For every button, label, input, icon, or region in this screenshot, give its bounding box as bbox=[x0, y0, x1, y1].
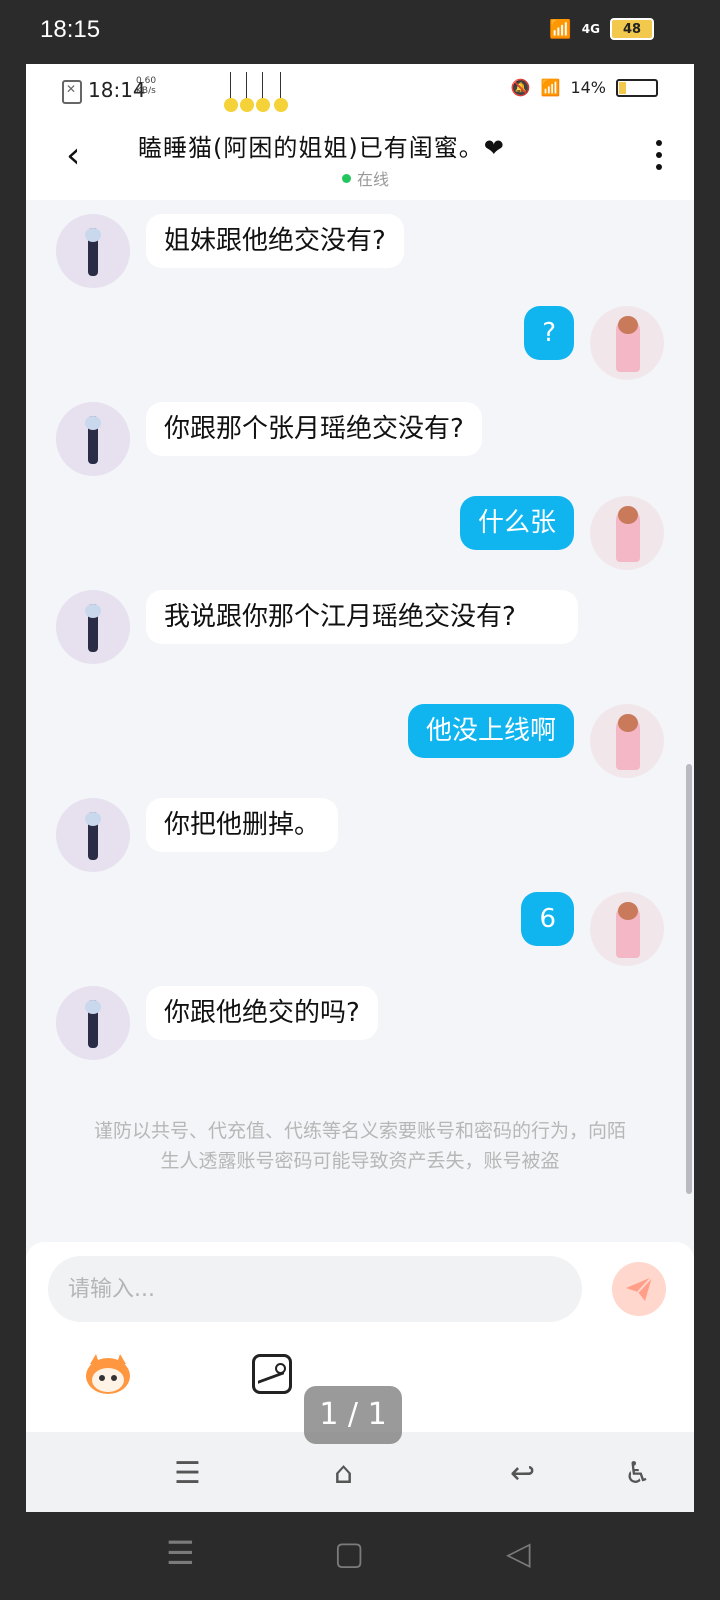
inner-status-icons: 🔕 📶 14% bbox=[511, 78, 658, 97]
speed-value: 0.60 bbox=[136, 76, 157, 86]
chat-header: ‹ 瞌睡猫(阿困的姐姐)已有闺蜜。❤ 在线 bbox=[26, 116, 694, 200]
security-notice: 谨防以共号、代充值、代练等名义索要账号和密码的行为，向陌生人透露账号密码可能导致… bbox=[93, 1120, 626, 1172]
message-input[interactable] bbox=[48, 1256, 582, 1322]
message-bubble[interactable]: 你跟他绝交的吗? bbox=[146, 986, 378, 1040]
speed-unit: KB/s bbox=[136, 86, 156, 96]
outer-navigation-bar: ☰ ▢ ◁ bbox=[0, 1512, 720, 1600]
battery-icon: 48 bbox=[610, 18, 654, 40]
send-icon[interactable] bbox=[612, 1262, 666, 1316]
recent-apps-icon[interactable]: ☰ bbox=[166, 1534, 195, 1572]
message-bubble[interactable]: ? bbox=[524, 306, 574, 360]
outer-status-icons: 📶 4G 48 bbox=[549, 18, 654, 40]
message-item: 什么张 bbox=[459, 496, 664, 570]
outer-time: 18:15 bbox=[40, 16, 101, 43]
message-item: 6 bbox=[521, 892, 664, 966]
my-avatar[interactable] bbox=[590, 306, 664, 380]
message-bubble[interactable]: 什么张 bbox=[459, 496, 574, 550]
battery-icon bbox=[616, 78, 658, 97]
message-bubble[interactable]: 我说跟你那个江月瑶绝交没有? bbox=[146, 590, 578, 644]
mute-bell-icon: 🔕 bbox=[510, 78, 531, 97]
network-label: 4G bbox=[581, 22, 600, 36]
message-item: 我说跟你那个江月瑶绝交没有? bbox=[56, 590, 578, 664]
wifi-icon: 📶 bbox=[549, 18, 572, 40]
page-indicator: 1 / 1 bbox=[304, 1386, 402, 1444]
my-avatar[interactable] bbox=[590, 704, 664, 778]
online-label: 在线 bbox=[357, 170, 390, 189]
image-icon[interactable] bbox=[252, 1354, 292, 1394]
message-item: ? bbox=[524, 306, 664, 380]
message-bubble[interactable]: 姐妹跟他绝交没有? bbox=[146, 214, 404, 268]
message-bubble[interactable]: 他没上线啊 bbox=[407, 704, 574, 758]
my-avatar[interactable] bbox=[590, 496, 664, 570]
back-icon[interactable]: ↩ bbox=[510, 1456, 535, 1491]
mascot-icon[interactable] bbox=[82, 1352, 134, 1396]
battery-percent: 14% bbox=[570, 78, 606, 97]
menu-icon[interactable]: ☰ bbox=[174, 1456, 201, 1491]
message-bubble[interactable]: 6 bbox=[521, 892, 574, 946]
inner-navigation-bar: ☰ ⌂ ↩ ♿ bbox=[26, 1432, 694, 1512]
back-arrow-icon[interactable]: ‹ bbox=[66, 136, 96, 176]
message-item: 姐妹跟他绝交没有? bbox=[56, 214, 404, 288]
contact-avatar[interactable] bbox=[56, 986, 130, 1060]
message-bubble[interactable]: 你跟那个张月瑶绝交没有? bbox=[146, 402, 482, 456]
outer-status-bar: 18:15 📶 4G 48 bbox=[0, 0, 720, 64]
contact-avatar[interactable] bbox=[56, 590, 130, 664]
home-icon[interactable]: ⌂ bbox=[334, 1456, 353, 1491]
message-item: 他没上线啊 bbox=[407, 704, 664, 778]
back-triangle-icon[interactable]: ◁ bbox=[506, 1534, 531, 1572]
my-avatar[interactable] bbox=[590, 892, 664, 966]
online-dot-icon bbox=[342, 173, 351, 183]
accessibility-icon[interactable]: ♿ bbox=[624, 1456, 651, 1491]
message-bubble[interactable]: 你把他删掉。 bbox=[146, 798, 339, 852]
inner-status-bar: 18:14 0.60 KB/s 🔕 📶 14% bbox=[26, 64, 694, 116]
contact-avatar[interactable] bbox=[56, 214, 130, 288]
online-status: 在线 bbox=[342, 166, 389, 190]
contact-avatar[interactable] bbox=[56, 798, 130, 872]
wifi-icon: 📶 bbox=[540, 78, 561, 97]
notification-close-icon bbox=[62, 80, 82, 104]
network-speed: 0.60 KB/s bbox=[136, 76, 156, 96]
more-vertical-icon[interactable] bbox=[656, 140, 664, 176]
inner-phone-screen: 18:14 0.60 KB/s 🔕 📶 14% ‹ 瞌睡猫(阿困的姐姐)已有闺蜜… bbox=[26, 64, 694, 1512]
chick-decoration-icon bbox=[222, 72, 294, 112]
scrollbar[interactable] bbox=[686, 764, 692, 1194]
message-item: 你跟那个张月瑶绝交没有? bbox=[56, 402, 482, 476]
contact-avatar[interactable] bbox=[56, 402, 130, 476]
message-item: 你跟他绝交的吗? bbox=[56, 986, 378, 1060]
home-square-icon[interactable]: ▢ bbox=[334, 1534, 364, 1572]
message-item: 你把他删掉。 bbox=[56, 798, 339, 872]
chat-title: 瞌睡猫(阿困的姐姐)已有闺蜜。❤ bbox=[138, 134, 505, 162]
